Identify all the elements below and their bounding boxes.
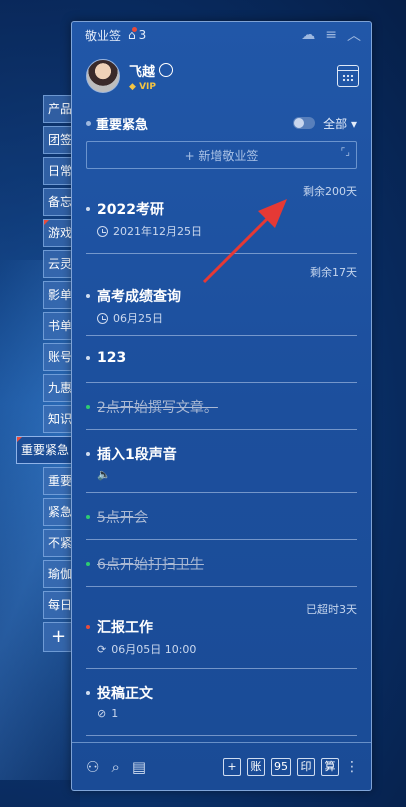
note-text: 汇报工作 xyxy=(97,620,153,636)
list-item[interactable]: 投稿正文 ⊘ 1 xyxy=(86,669,357,736)
tab-accounts[interactable]: 账号 xyxy=(43,343,73,371)
note-bullet xyxy=(86,294,90,298)
add-category-button[interactable]: + xyxy=(43,622,73,652)
print-button[interactable]: 印 xyxy=(297,757,315,776)
tab-cloud[interactable]: 云灵 xyxy=(43,250,73,278)
remaining-days: 剩余200天 xyxy=(303,185,357,198)
tab-important-urgent[interactable]: 重要紧急 xyxy=(16,436,73,464)
notes-panel: 敬业签 ⌂ 3 ☁ ≡ ︿ 飞越 ◆ VIP 重要紧急 全部 ▾ + 新增敬业签 xyxy=(71,21,372,791)
view-toggle[interactable] xyxy=(293,117,316,129)
tab-game[interactable]: 游戏 xyxy=(43,219,73,247)
note-bullet xyxy=(86,207,90,211)
category-tabs: 产品 团签 日常 备忘 游戏 云灵 影单 书单 账号 九惠 知识 重要紧急 重要… xyxy=(16,95,73,655)
filter-dropdown[interactable]: 全部 ▾ xyxy=(323,115,357,132)
attachment-icon[interactable]: ⊘ xyxy=(97,707,106,720)
more-icon[interactable]: ⋮ xyxy=(345,759,359,775)
note-bullet xyxy=(86,356,90,360)
category-name: 重要紧急 xyxy=(96,117,149,133)
attachment-count: 1 xyxy=(111,707,119,720)
note-text: 插入1段声音 xyxy=(97,447,177,463)
done-bullet xyxy=(86,562,90,566)
calendar-icon[interactable] xyxy=(337,65,359,87)
tab-jiuhui[interactable]: 九惠 xyxy=(43,374,73,402)
menu-icon[interactable]: ≡ xyxy=(325,27,337,43)
avatar[interactable] xyxy=(86,59,120,93)
note-text: 5点开会 xyxy=(97,510,148,526)
note-text: 投稿正文 xyxy=(97,686,153,702)
tab-important[interactable]: 重要 xyxy=(43,467,73,495)
note-text: 123 xyxy=(97,350,127,366)
tab-product[interactable]: 产品 xyxy=(43,95,73,123)
note-date: 06月05日 10:00 xyxy=(111,643,197,656)
calculate-button[interactable]: 算 xyxy=(321,757,339,776)
cloud-sync-icon[interactable]: ☁ xyxy=(301,27,315,43)
done-bullet xyxy=(86,405,90,409)
footer-toolbar: ⚇ ⌕ ▤ + 账 95 印 算 ⋮ xyxy=(72,742,371,790)
note-text: 高考成绩查询 xyxy=(97,289,181,305)
vip-badge: ◆ VIP xyxy=(129,81,156,92)
note-date: 2021年12月25日 xyxy=(113,225,202,238)
notification-dot xyxy=(132,27,138,32)
note-bullet xyxy=(86,452,90,456)
tab-yoga[interactable]: 瑜伽 xyxy=(43,560,73,588)
number-95-button[interactable]: 95 xyxy=(271,757,291,776)
note-text: 6点开始打扫卫生 xyxy=(97,557,204,573)
note-bullet xyxy=(86,691,90,695)
contacts-icon[interactable]: ⚇ xyxy=(86,758,99,776)
expand-icon[interactable]: ⌜⌟ xyxy=(341,147,350,158)
search-icon[interactable]: ⌕ xyxy=(111,758,119,776)
list-item[interactable]: 2点开始撰写文章。 xyxy=(86,383,357,430)
note-text: 2点开始撰写文章。 xyxy=(97,400,218,416)
clock-icon xyxy=(97,225,108,237)
tab-team[interactable]: 团签 xyxy=(43,126,73,154)
repeat-icon: ⟳ xyxy=(97,642,107,656)
list-item[interactable]: 6点开始打扫卫生 xyxy=(86,540,357,587)
tab-knowledge[interactable]: 知识 xyxy=(43,405,73,433)
note-text: 2022考研 xyxy=(97,202,164,218)
tab-everyday[interactable]: 每日 xyxy=(43,591,73,619)
user-row: 飞越 ◆ VIP xyxy=(72,48,371,104)
notes-list: 剩余200天 2022考研 2021年12月25日 剩余17天 高考成绩查询 0… xyxy=(72,183,371,736)
collapse-icon[interactable]: ︿ xyxy=(347,25,361,45)
tab-daily[interactable]: 日常 xyxy=(43,157,73,185)
user-name: 飞越 xyxy=(129,64,156,80)
calendar-list-icon[interactable]: ▤ xyxy=(132,758,146,776)
category-header: 重要紧急 全部 ▾ xyxy=(72,111,371,135)
notification-count: 3 xyxy=(138,28,147,42)
done-bullet xyxy=(86,515,90,519)
add-note-button[interactable]: + 新增敬业签 ⌜⌟ xyxy=(86,141,357,169)
list-item[interactable]: 剩余200天 2022考研 2021年12月25日 xyxy=(86,183,357,254)
title-bar[interactable]: 敬业签 ⌂ 3 ☁ ≡ ︿ xyxy=(72,22,371,48)
note-date: 06月25日 xyxy=(113,312,163,325)
clock-icon xyxy=(97,312,108,324)
list-item[interactable]: 已超时3天 汇报工作 ⟳ 06月05日 10:00 xyxy=(86,587,357,669)
overdue-label: 已超时3天 xyxy=(306,603,357,616)
remaining-days: 剩余17天 xyxy=(310,266,357,279)
smile-icon xyxy=(159,63,174,77)
tab-books[interactable]: 书单 xyxy=(43,312,73,340)
urgent-bullet xyxy=(86,625,90,629)
list-item[interactable]: 剩余17天 高考成绩查询 06月25日 xyxy=(86,254,357,336)
ledger-button[interactable]: 账 xyxy=(247,757,265,776)
list-item[interactable]: 5点开会 xyxy=(86,493,357,540)
tab-not-urgent[interactable]: 不紧 xyxy=(43,529,73,557)
tab-movies[interactable]: 影单 xyxy=(43,281,73,309)
sound-icon[interactable]: 🔈 xyxy=(97,468,111,481)
tab-urgent[interactable]: 紧急 xyxy=(43,498,73,526)
tab-memo[interactable]: 备忘 xyxy=(43,188,73,216)
list-item[interactable]: 插入1段声音 🔈 xyxy=(86,430,357,493)
app-title: 敬业签 xyxy=(85,28,122,43)
list-item[interactable]: 123 xyxy=(86,336,357,383)
add-button[interactable]: + xyxy=(223,757,241,776)
notification-indicator[interactable]: ⌂ 3 xyxy=(128,27,147,42)
category-bullet xyxy=(86,120,91,126)
